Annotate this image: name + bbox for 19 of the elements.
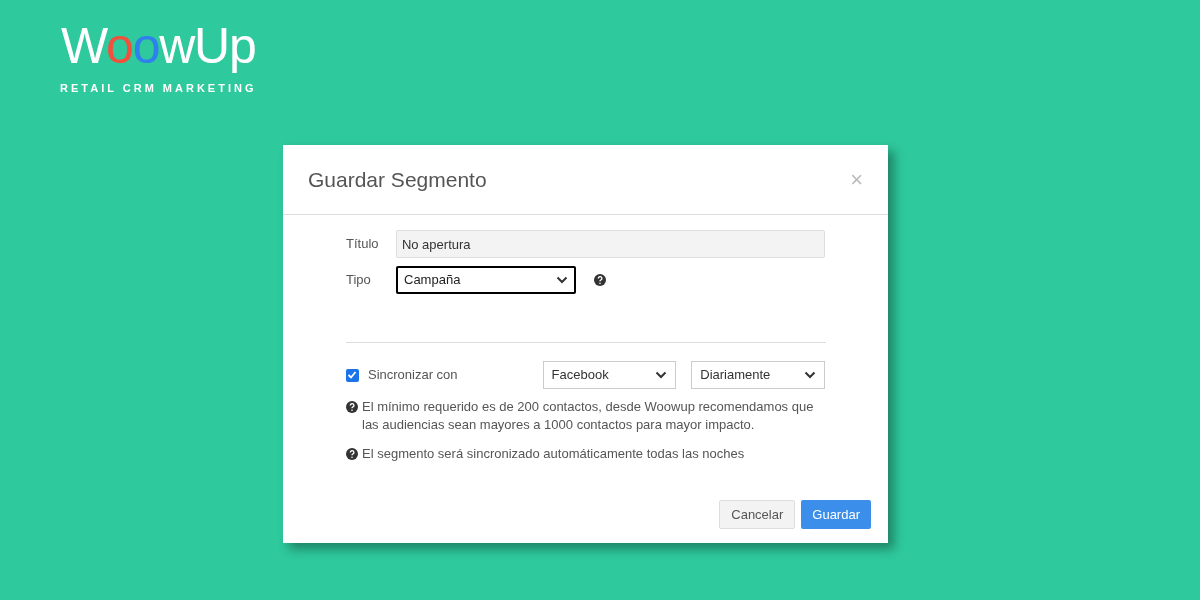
help-note: El segmento será sincronizado automáticamente todas las noches [362, 445, 745, 463]
dialog-title: Guardar Segmento [308, 166, 487, 193]
title-field[interactable]: No apertura [395, 230, 825, 258]
cancel-button[interactable]: Cancelar [719, 500, 796, 529]
network-select[interactable]: Facebook [542, 361, 677, 389]
chevron-down-icon [556, 276, 568, 284]
help-icon [346, 401, 358, 413]
logo: WoowUp [61, 18, 256, 74]
sync-checkbox[interactable] [346, 368, 359, 382]
field-label: Tipo [346, 271, 372, 290]
field-label: Título [346, 235, 380, 254]
help-note: El mínimo requerido es de 200 contactos, desde Woowup recomendamos que las audiencias sean mayores a 1000 contactos para mayor impacto. [362, 398, 815, 434]
frequency-select[interactable]: Diariamente [691, 361, 825, 389]
chevron-down-icon [655, 371, 668, 379]
help-icon [346, 448, 358, 460]
logo-tagline: RETAIL CRM MARKETING [60, 81, 257, 96]
type-select[interactable]: Campaña [396, 266, 576, 294]
chevron-down-icon [804, 371, 816, 379]
sync-label: Sincronizar con [367, 366, 459, 385]
